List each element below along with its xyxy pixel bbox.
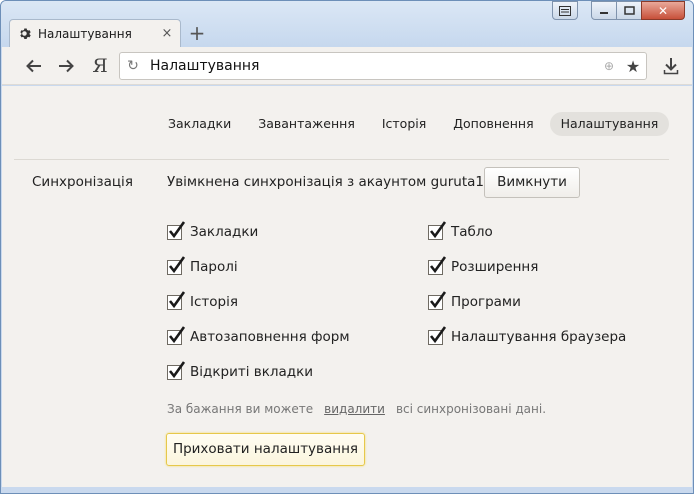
yandex-logo[interactable]: Я [91,55,109,77]
checkmark-icon[interactable] [428,220,447,240]
minimize-icon [600,11,608,14]
globe-icon[interactable]: ⊕ [598,59,620,73]
note-suffix: всі синхронізовані дані. [395,402,547,416]
checkmark-icon[interactable] [167,290,186,310]
checkbox-extensions[interactable]: Розширення [428,255,539,275]
checkbox-label: Історія [190,294,238,310]
nav-tab-extensions[interactable]: Доповнення [442,112,544,136]
checkbox-open-tabs[interactable]: Відкриті вкладки [167,360,314,380]
checkbox-tableau[interactable]: Табло [428,220,493,240]
checkmark-icon[interactable] [428,290,447,310]
checkbox-passwords[interactable]: Паролі [167,255,238,275]
back-arrow-icon [26,59,41,73]
tab-close-icon[interactable]: × [158,26,176,41]
checkbox-label: Закладки [190,224,259,240]
gear-icon [19,27,32,40]
checkbox-apps[interactable]: Програми [428,290,521,310]
checkbox-label: Відкриті вкладки [190,364,314,380]
divider [14,159,669,160]
address-text[interactable]: Налаштування [146,58,598,74]
tab-settings[interactable]: Налаштування × [9,19,181,47]
toolbar: Я ↻ Налаштування ⊕ ★ [2,47,692,85]
settings-page: Закладки Завантаження Історія Доповнення… [2,86,692,487]
window-controls: ✕ [552,1,685,20]
nav-tab-settings[interactable]: Налаштування [549,112,670,136]
checkbox-autofill[interactable]: Автозаповнення форм [167,325,350,345]
close-window-button[interactable]: ✕ [641,1,685,20]
reload-icon[interactable]: ↻ [120,58,146,74]
sync-status-text: Увімкнена синхронізація з акаунтом gurut… [167,174,489,190]
nav-tab-downloads[interactable]: Завантаження [247,112,366,136]
forward-button[interactable] [55,55,77,77]
checkbox-history[interactable]: Історія [167,290,238,310]
forward-arrow-icon [59,59,74,73]
address-bar[interactable]: ↻ Налаштування ⊕ ★ [119,52,647,80]
checkmark-icon[interactable] [428,325,447,345]
downloads-button[interactable] [660,55,682,77]
checkmark-icon[interactable] [167,325,186,345]
checkbox-label: Розширення [451,259,539,275]
checkmark-icon[interactable] [428,255,447,275]
disable-sync-button[interactable]: Вимкнути [484,167,580,198]
checkbox-label: Програми [451,294,521,310]
delete-data-note: За бажання ви можете видалити всі синхро… [167,402,546,416]
back-button[interactable] [23,55,45,77]
maximize-button[interactable] [616,1,642,20]
new-tab-button[interactable]: + [187,23,207,43]
bookmark-star-icon[interactable]: ★ [620,57,646,76]
checkbox-browser-settings[interactable]: Налаштування браузера [428,325,627,345]
section-title: Синхронізація [32,174,133,190]
checkbox-label: Налаштування браузера [451,329,627,345]
nav-tab-bookmarks[interactable]: Закладки [157,112,242,136]
maximize-icon [623,6,635,15]
hide-settings-button[interactable]: Приховати налаштування [166,433,365,466]
checkbox-label: Табло [451,224,493,240]
checkbox-bookmarks[interactable]: Закладки [167,220,259,240]
minimize-button[interactable] [591,1,617,20]
download-icon [663,58,679,75]
checkmark-icon[interactable] [167,220,186,240]
checkbox-label: Автозаповнення форм [190,329,350,345]
note-prefix: За бажання ви можете [167,402,314,416]
settings-nav: Закладки Завантаження Історія Доповнення… [157,112,674,136]
checkmark-icon[interactable] [167,255,186,275]
delete-data-link[interactable]: видалити [324,402,385,416]
window-menu-icon [559,5,571,16]
nav-tab-history[interactable]: Історія [371,112,437,136]
browser-window: Налаштування × + ✕ Я ↻ Налаштування ⊕ ★ … [0,0,694,494]
checkmark-icon[interactable] [167,360,186,380]
checkbox-label: Паролі [190,259,238,275]
window-menu-button[interactable] [552,1,578,20]
title-bar: Налаштування × + ✕ [1,1,693,47]
close-icon: ✕ [657,3,669,18]
tab-title: Налаштування [38,26,132,41]
